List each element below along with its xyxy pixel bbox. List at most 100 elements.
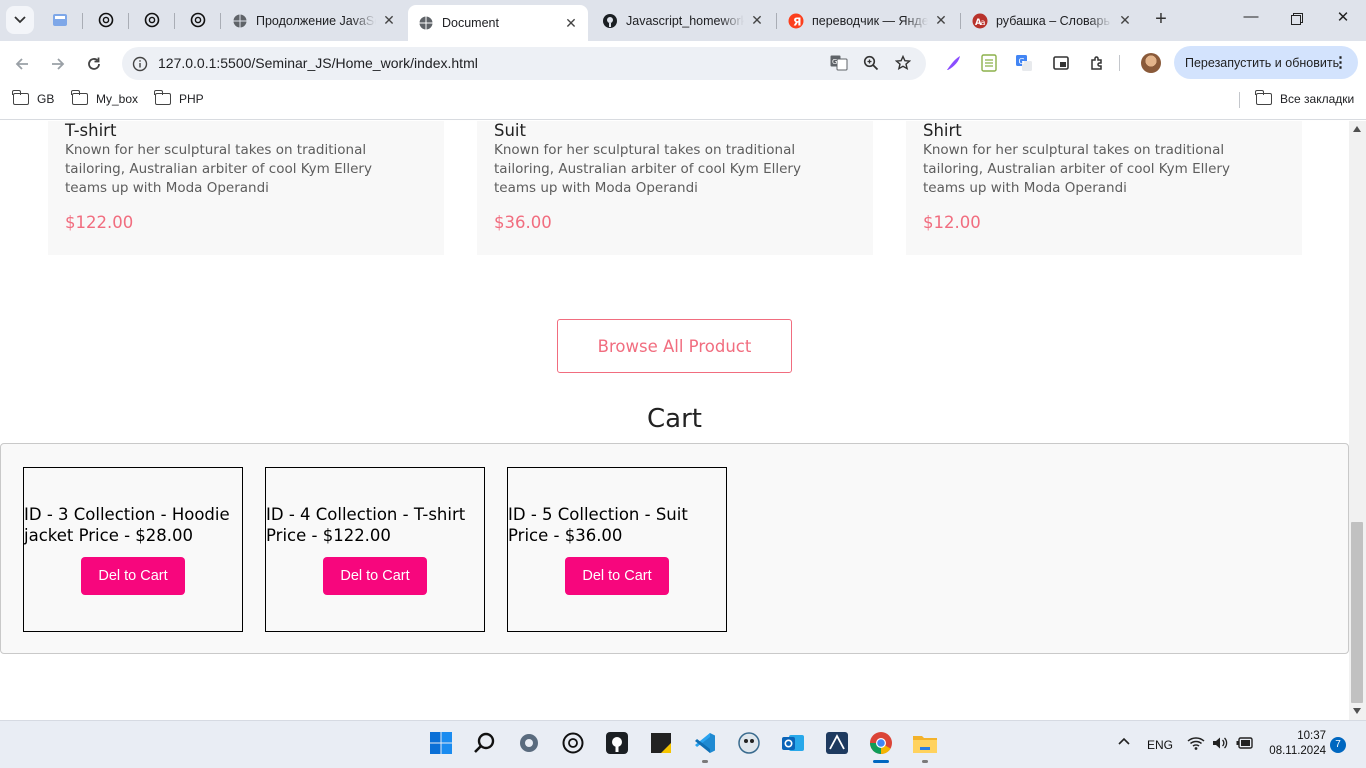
cart-title: Cart [647, 404, 702, 434]
scroll-down-icon[interactable] [1353, 708, 1361, 714]
tab-yandex-translate[interactable]: Я переводчик — Яндекс ✕ [778, 5, 958, 36]
outlook-app[interactable] [780, 730, 806, 756]
folder-icon [913, 736, 937, 753]
tab-dictionary[interactable]: Aa рубашка – Словарь ✕ [962, 5, 1142, 36]
language-indicator[interactable]: ENG [1147, 738, 1173, 752]
back-button[interactable] [10, 52, 34, 76]
chevron-down-icon [14, 16, 26, 24]
cart-item: ID - 4 Collection - T-shirt Price - $122… [265, 467, 485, 632]
restore-icon [1291, 13, 1303, 25]
profile-avatar[interactable] [1141, 53, 1161, 73]
restore-button[interactable] [1285, 8, 1309, 32]
product-card[interactable]: Shirt Known for her sculptural takes on … [906, 121, 1302, 255]
battery-icon[interactable] [1236, 735, 1254, 754]
all-bookmarks-button[interactable]: Все закладки [1255, 90, 1354, 106]
database-tool-icon [826, 732, 848, 754]
sticky-notes-app[interactable] [648, 730, 674, 756]
windows-logo-icon [430, 732, 452, 754]
reload-button[interactable] [82, 52, 106, 76]
minimize-button[interactable]: — [1239, 8, 1263, 32]
tab-github-homework[interactable]: Javascript_homework ✕ [592, 5, 774, 36]
url-text[interactable]: 127.0.0.1:5500/Seminar_JS/Home_work/inde… [158, 55, 478, 71]
chatgpt-app[interactable] [560, 730, 586, 756]
globe-icon [232, 13, 248, 29]
browse-all-product-button[interactable]: Browse All Product [557, 319, 792, 373]
relaunch-update-button[interactable]: Перезапустить и обновить ⋮ [1174, 46, 1358, 79]
cart-item-text: ID - 3 Collection - Hoodie jacket Price … [24, 505, 230, 545]
tab-search-button[interactable] [6, 6, 34, 34]
bookmark-label: My_box [96, 92, 139, 106]
start-button[interactable] [428, 730, 454, 756]
folder-icon [71, 90, 88, 105]
show-hidden-icons-button[interactable] [1117, 734, 1131, 751]
pinned-tab-1[interactable] [46, 7, 74, 33]
bookmark-folder-gb[interactable]: GB [12, 90, 54, 106]
site-info-icon[interactable] [131, 55, 149, 73]
close-tab-icon[interactable]: ✕ [562, 15, 580, 32]
close-tab-icon[interactable]: ✕ [380, 12, 398, 29]
close-tab-icon[interactable]: ✕ [932, 12, 950, 29]
github-desktop-app[interactable] [604, 730, 630, 756]
product-card[interactable]: Suit Known for her sculptural takes on t… [477, 121, 873, 255]
feather-extension-icon[interactable] [942, 52, 964, 74]
google-translate-extension-icon[interactable]: G [1013, 52, 1035, 74]
vscode-app[interactable] [692, 730, 718, 756]
del-to-cart-button[interactable]: Del to Cart [323, 557, 427, 595]
tab-label: Javascript_homework [626, 13, 744, 28]
page-scrollbar[interactable] [1349, 121, 1366, 720]
tab-label: рубашка – Словарь [996, 13, 1110, 28]
sheets-extension-icon[interactable] [978, 52, 1000, 74]
bookmark-folder-php[interactable]: PHP [154, 90, 204, 106]
zoom-icon[interactable] [861, 53, 881, 73]
page-viewport: T-shirt Known for her sculptural takes o… [0, 121, 1366, 720]
wifi-icon[interactable] [1187, 735, 1205, 754]
bookmark-folder-my-box[interactable]: My_box [71, 90, 139, 106]
cart-item-text: ID - 5 Collection - Suit Price - $36.00 [508, 505, 688, 545]
chrome-app[interactable] [868, 730, 894, 756]
tab-document[interactable]: Document ✕ [408, 5, 588, 41]
translate-page-icon[interactable]: G [829, 53, 849, 73]
openshot-app[interactable] [736, 730, 762, 756]
tab-javascript-continuation[interactable]: Продолжение JavaSc ✕ [222, 5, 406, 36]
product-card[interactable]: T-shirt Known for her sculptural takes o… [48, 121, 444, 255]
scroll-up-icon[interactable] [1353, 126, 1361, 132]
pinned-tab-2[interactable] [92, 7, 120, 33]
openai-icon [562, 732, 584, 754]
forward-button[interactable] [46, 52, 70, 76]
relaunch-label: Перезапустить и обновить [1185, 55, 1340, 70]
openai-icon [144, 12, 160, 28]
more-menu-icon[interactable]: ⋮ [1333, 53, 1348, 71]
search-button[interactable] [472, 730, 498, 756]
volume-icon[interactable] [1211, 735, 1229, 754]
arrow-right-icon [52, 58, 65, 70]
del-to-cart-button[interactable]: Del to Cart [81, 557, 185, 595]
chrome-icon [870, 732, 892, 754]
tab-label: Document [442, 16, 499, 30]
picture-in-picture-icon[interactable] [1050, 52, 1072, 74]
close-window-button[interactable]: ✕ [1331, 8, 1355, 32]
pinned-tab-3[interactable] [138, 7, 166, 33]
yandex-icon: Я [788, 13, 804, 29]
bookmark-star-icon[interactable] [893, 53, 913, 73]
file-explorer-app[interactable] [912, 730, 938, 756]
scrollbar-thumb[interactable] [1351, 522, 1363, 703]
close-tab-icon[interactable]: ✕ [1116, 12, 1134, 29]
cart-item: ID - 5 Collection - Suit Price - $36.00 … [507, 467, 727, 632]
openai-icon [98, 12, 114, 28]
notes-icon [651, 733, 671, 753]
search-icon [474, 732, 495, 753]
cart-item-text: ID - 4 Collection - T-shirt Price - $122… [266, 505, 466, 545]
clock[interactable]: 10:37 08.11.2024 [1262, 729, 1326, 759]
settings-app[interactable] [516, 730, 542, 756]
product-description: Known for her sculptural takes on tradit… [65, 142, 372, 196]
folder-icon [12, 90, 29, 105]
extensions-puzzle-icon[interactable] [1086, 52, 1108, 74]
del-to-cart-button[interactable]: Del to Cart [565, 557, 669, 595]
close-tab-icon[interactable]: ✕ [748, 12, 766, 29]
notification-badge[interactable]: 7 [1330, 737, 1346, 753]
bookmark-label: PHP [179, 92, 204, 106]
ssms-app[interactable] [824, 730, 850, 756]
new-tab-button[interactable]: + [1150, 9, 1172, 31]
pinned-tab-4[interactable] [184, 7, 212, 33]
vscode-icon [695, 733, 715, 753]
